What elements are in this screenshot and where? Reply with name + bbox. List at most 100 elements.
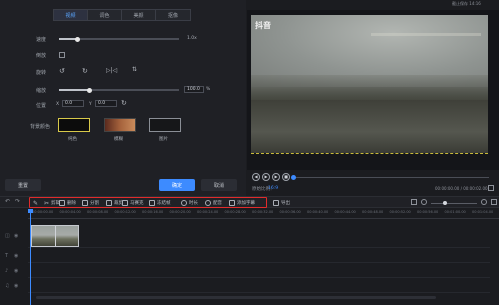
- zoom-in-icon[interactable]: [481, 199, 487, 205]
- flip-horizontal-icon[interactable]: ▷|◁: [106, 67, 117, 74]
- fit-icon[interactable]: [411, 199, 417, 205]
- tool-label: 冻结帧: [157, 201, 171, 206]
- split-icon: [82, 200, 88, 206]
- position-x-input[interactable]: 0.0: [62, 100, 84, 107]
- bg-image-swatch[interactable]: [149, 118, 181, 132]
- mosaic-icon: [122, 200, 128, 206]
- microphone-icon: [205, 200, 211, 206]
- ruler-tick-label: 00:00:20.00: [169, 210, 191, 214]
- tab-matting[interactable]: 抠像: [156, 10, 190, 20]
- text-track[interactable]: [28, 249, 490, 263]
- freeze-frame-icon: [149, 200, 155, 206]
- ratio-value[interactable]: 16:9: [268, 186, 278, 191]
- zoom-out-icon[interactable]: [421, 199, 427, 205]
- rotate-right-icon[interactable]: ↻: [82, 67, 88, 75]
- tab-beauty[interactable]: 美颜: [122, 10, 156, 20]
- text-track-eye-icon[interactable]: ◉: [14, 253, 18, 259]
- rotate-label: 旋转: [36, 70, 47, 76]
- tab-video[interactable]: 视频: [54, 10, 88, 20]
- position-y-label: Y: [89, 102, 92, 107]
- video-track-eye-icon[interactable]: ◉: [14, 233, 18, 239]
- bg-solid-swatch[interactable]: [58, 118, 90, 132]
- pencil-icon: ✎: [33, 199, 39, 207]
- settings-icon[interactable]: [491, 199, 497, 205]
- pencil-tool[interactable]: ✎: [33, 199, 38, 207]
- zoom-slider[interactable]: [431, 203, 477, 204]
- timeline-ruler[interactable]: 00:00:00.00 00:00:04.00 00:00:08.00 00:00:1…: [28, 209, 499, 219]
- tool-split[interactable]: 分割: [82, 199, 99, 207]
- text-track-icon[interactable]: T: [5, 253, 8, 259]
- ruler-tick-label: 00:00:04.00: [59, 210, 81, 214]
- flip-vertical-icon[interactable]: ⇅: [132, 66, 137, 73]
- prev-frame-icon[interactable]: ◀: [252, 173, 260, 181]
- play-icon[interactable]: ▶: [262, 173, 270, 181]
- video-track[interactable]: [28, 222, 490, 248]
- voice-track-icon[interactable]: ♫: [5, 283, 9, 289]
- bg-blur-swatch[interactable]: [104, 118, 136, 132]
- undo-icon[interactable]: ↶: [5, 198, 10, 205]
- position-label: 位置: [36, 103, 47, 109]
- ruler-tick-label: 00:00:28.00: [224, 210, 246, 214]
- tool-dubbing[interactable]: 配音: [205, 199, 222, 207]
- next-frame-icon[interactable]: ▶: [272, 173, 280, 181]
- ruler-tick-label: 00:00:24.00: [197, 210, 219, 214]
- ruler-tick-label: 00:00:48.00: [362, 210, 384, 214]
- speed-slider[interactable]: [59, 36, 179, 42]
- speed-slider-handle[interactable]: [75, 36, 80, 42]
- reverse-checkbox[interactable]: [59, 52, 65, 58]
- scale-slider[interactable]: [59, 87, 179, 93]
- tool-freeze-frame[interactable]: 冻结帧: [149, 199, 171, 207]
- bg-color-label: 背景颜色: [30, 124, 51, 130]
- tool-cut[interactable]: ✂ 剪辑: [44, 199, 60, 207]
- speed-value: 1.0x: [187, 36, 197, 41]
- ruler-tick-label: 00:00:16.00: [142, 210, 164, 214]
- trash-icon: [59, 200, 65, 206]
- tool-label: 时长: [189, 201, 198, 206]
- music-track[interactable]: [28, 264, 490, 278]
- fullscreen-icon[interactable]: [488, 185, 494, 191]
- playhead-handle[interactable]: [291, 175, 296, 180]
- ruler-tick-label: 00:00:32.00: [252, 210, 274, 214]
- tool-add-subtitle[interactable]: 添加字幕: [229, 199, 255, 207]
- timeline-playhead[interactable]: [30, 210, 31, 305]
- tool-mosaic[interactable]: 马赛克: [122, 199, 144, 207]
- tool-crop[interactable]: 裁剪: [106, 199, 123, 207]
- subtitle-icon: [229, 200, 235, 206]
- ruler-tick-label: 00:00:12.00: [114, 210, 136, 214]
- position-x-label: X: [56, 102, 60, 107]
- music-track-icon[interactable]: ♪: [5, 268, 8, 274]
- ruler-tick-label: 00:00:52.00: [389, 210, 411, 214]
- scale-slider-handle[interactable]: [87, 87, 92, 93]
- tool-duration[interactable]: 时长: [181, 199, 198, 207]
- music-track-eye-icon[interactable]: ◉: [14, 268, 18, 274]
- ruler-tick-label: 00:00:56.00: [417, 210, 439, 214]
- redo-icon[interactable]: ↷: [15, 198, 20, 205]
- ruler-tick-label: 00:00:44.00: [334, 210, 356, 214]
- ruler-tick-label: 00:00:36.00: [279, 210, 301, 214]
- stop-icon[interactable]: ■: [282, 173, 290, 181]
- voice-track-eye-icon[interactable]: ◉: [14, 283, 18, 289]
- tab-color[interactable]: 调色: [88, 10, 122, 20]
- video-track-lock-icon[interactable]: ◫: [5, 233, 10, 239]
- playhead-marker[interactable]: [28, 209, 33, 213]
- export-label: 导出: [281, 201, 290, 206]
- confirm-button[interactable]: 确定: [159, 179, 195, 191]
- scale-input[interactable]: 100.0: [184, 86, 204, 93]
- export-button[interactable]: 导出: [273, 199, 290, 207]
- scale-label: 缩放: [36, 88, 47, 94]
- ruler-tick-label: 00:01:04.00: [472, 210, 494, 214]
- cancel-button[interactable]: 取消: [201, 179, 237, 191]
- reset-position-icon[interactable]: ↻: [121, 99, 127, 107]
- zoom-slider-handle[interactable]: [443, 201, 447, 205]
- ruler-tick-label: 00:00:40.00: [307, 210, 329, 214]
- tool-delete[interactable]: 删除: [59, 199, 76, 207]
- playback-progress[interactable]: [293, 177, 489, 178]
- position-y-input[interactable]: 0.0: [95, 100, 117, 107]
- timeline-scrollbar[interactable]: [36, 296, 436, 299]
- video-clip[interactable]: [31, 225, 79, 247]
- tool-label: 配音: [213, 201, 222, 206]
- rotate-left-icon[interactable]: ↺: [59, 67, 65, 75]
- reset-button[interactable]: 重置: [5, 179, 41, 191]
- voice-track[interactable]: [28, 279, 490, 293]
- scale-unit: %: [206, 87, 211, 92]
